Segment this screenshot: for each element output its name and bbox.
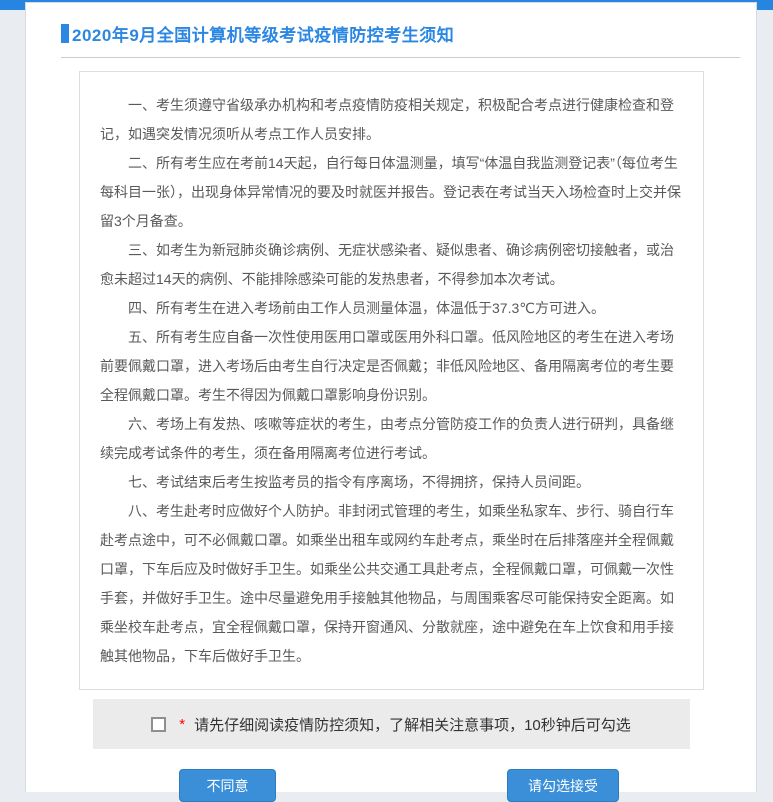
notice-card: 2020年9月全国计算机等级考试疫情防控考生须知 一、考生须遵守省级承办机构和考…: [25, 2, 757, 792]
notice-content-box: 一、考生须遵守省级承办机构和考点疫情防疫相关规定，积极配合考点进行健康检查和登记…: [79, 71, 704, 690]
page-title-row: 2020年9月全国计算机等级考试疫情防控考生须知: [61, 21, 740, 46]
notice-paragraph-6: 六、考场上有发热、咳嗽等症状的考生，由考点分管防疫工作的负责人进行研判，具备继续…: [100, 410, 683, 468]
title-divider: [61, 57, 740, 58]
notice-paragraph-1: 一、考生须遵守省级承办机构和考点疫情防疫相关规定，积极配合考点进行健康检查和登记…: [100, 91, 683, 149]
consent-label: 请先仔细阅读疫情防控须知，了解相关注意事项，10秒钟后可勾选: [194, 714, 631, 735]
notice-paragraph-2: 二、所有考生应在考前14天起，自行每日体温测量，填写“体温自我监测登记表”（每位…: [100, 149, 683, 236]
notice-paragraph-3: 三、如考生为新冠肺炎确诊病例、无症状感染者、疑似患者、确诊病例密切接触者，或治愈…: [100, 236, 683, 294]
notice-paragraph-5: 五、所有考生应自备一次性使用医用口罩或医用外科口罩。低风险地区的考生在进入考场前…: [100, 323, 683, 410]
action-buttons-row: 不同意 请勾选接受: [26, 769, 756, 802]
notice-paragraph-8: 八、考生赴考时应做好个人防护。非封闭式管理的考生，如乘坐私家车、步行、骑自行车赴…: [100, 497, 683, 671]
title-marker-block: [61, 24, 69, 43]
required-asterisk: *: [179, 716, 185, 733]
accept-button[interactable]: 请勾选接受: [507, 769, 619, 802]
page-title: 2020年9月全国计算机等级考试疫情防控考生须知: [72, 21, 454, 46]
consent-bar: * 请先仔细阅读疫情防控须知，了解相关注意事项，10秒钟后可勾选: [93, 699, 690, 749]
consent-checkbox[interactable]: [151, 717, 166, 732]
notice-paragraph-7: 七、考试结束后考生按监考员的指令有序离场，不得拥挤，保持人员间距。: [100, 468, 683, 497]
notice-paragraph-4: 四、所有考生在进入考场前由工作人员测量体温，体温低于37.3℃方可进入。: [100, 294, 683, 323]
disagree-button[interactable]: 不同意: [179, 769, 276, 802]
